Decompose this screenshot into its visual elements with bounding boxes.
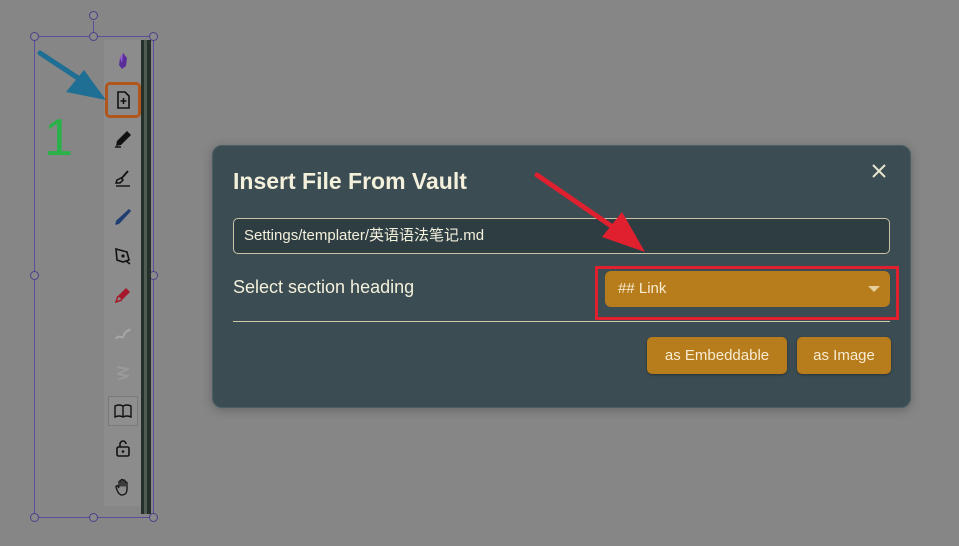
section-heading-label: Select section heading: [233, 277, 415, 297]
resize-handle-w[interactable]: [30, 271, 39, 280]
resize-handle-sw[interactable]: [30, 513, 39, 522]
chevron-down-icon: [868, 286, 880, 292]
as-image-button[interactable]: as Image: [797, 337, 891, 374]
insert-file-icon[interactable]: [105, 82, 141, 118]
brush-icon[interactable]: [108, 163, 138, 193]
resize-handle-nw[interactable]: [30, 32, 39, 41]
squiggle-light-icon[interactable]: [108, 319, 138, 349]
as-embeddable-button[interactable]: as Embeddable: [647, 337, 787, 374]
insert-file-modal: Insert File From Vault Settings/template…: [212, 145, 911, 408]
pencil-icon[interactable]: [108, 202, 138, 232]
resize-handle-n[interactable]: [89, 32, 98, 41]
marker-pen-icon[interactable]: [108, 124, 138, 154]
resize-handle-s[interactable]: [89, 513, 98, 522]
obsidian-icon[interactable]: [108, 46, 138, 76]
divider: [233, 321, 890, 322]
close-button[interactable]: [868, 160, 890, 182]
annotation-step-1: 1: [44, 109, 73, 167]
file-path-input[interactable]: Settings/templater/英语语法笔记.md: [233, 218, 890, 254]
pen-nib-icon[interactable]: [108, 241, 138, 271]
hand-icon[interactable]: [108, 472, 138, 502]
modal-title: Insert File From Vault: [233, 168, 467, 194]
resize-handle-se[interactable]: [149, 513, 158, 522]
tool-panel-scrollbar[interactable]: [141, 40, 151, 514]
book-icon[interactable]: [108, 396, 138, 426]
unlock-icon[interactable]: [108, 433, 138, 463]
section-heading-select[interactable]: ## Link: [605, 271, 890, 307]
squiggle-icon[interactable]: [108, 358, 138, 388]
close-icon: [872, 164, 886, 178]
rotation-handle[interactable]: [89, 11, 98, 20]
section-heading-value: ## Link: [618, 280, 667, 297]
highlighter-icon[interactable]: [108, 280, 138, 310]
